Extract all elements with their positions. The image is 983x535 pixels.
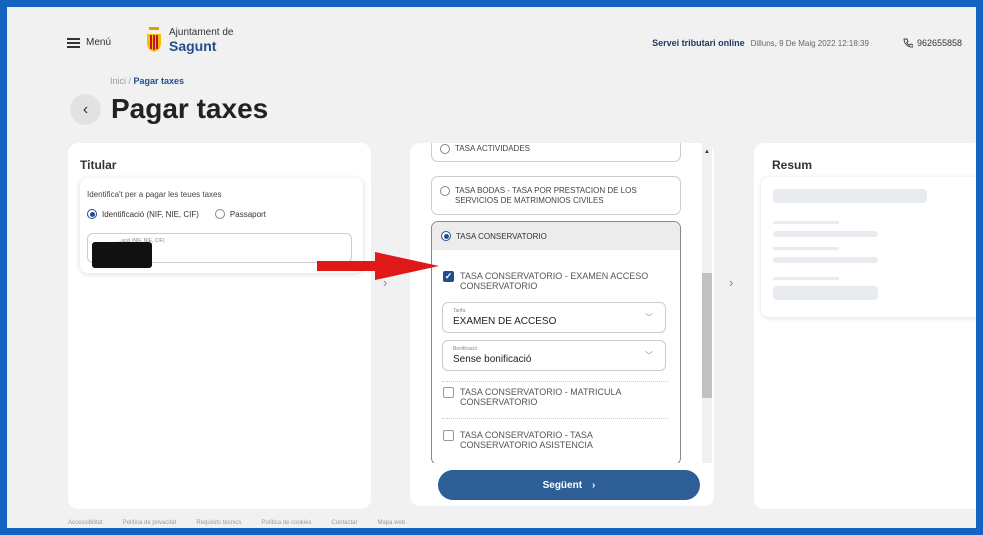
taxes-scroll-area[interactable]: TASA ACTIVIDADES TASA BODAS - TASA POR P…: [410, 143, 714, 463]
browser-viewport: Menú Ajuntament de Sagunt Servei tributa…: [7, 7, 976, 528]
bonificacio-select[interactable]: Bonificació Sense bonificació ﹀: [442, 340, 666, 371]
subtax-label: TASA CONSERVATORIO - TASA CONSERVATORIO …: [460, 430, 593, 450]
logo-line2: Sagunt: [169, 38, 217, 54]
checkbox-asistencia[interactable]: [443, 430, 454, 441]
subtax-label: TASA CONSERVATORIO - MATRICULA CONSERVAT…: [460, 387, 622, 407]
identification-intro: Identifica't per a pagar les teues taxes: [87, 190, 222, 199]
radio-passport-label: Passaport: [229, 209, 266, 219]
tax-option-label: TASA ACTIVIDADES: [455, 144, 530, 153]
site-logo[interactable]: Ajuntament de Sagunt: [144, 27, 234, 54]
breadcrumb: Inici / Pagar taxes: [110, 76, 184, 86]
back-button[interactable]: ‹: [70, 94, 101, 125]
bonificacio-label: Bonificació: [453, 346, 478, 352]
redacted-value: [92, 242, 152, 268]
tax-option-label: TASA BODAS - TASA POR PRESTACION DE LOS …: [455, 186, 637, 205]
scrollbar[interactable]: ▲: [702, 143, 712, 463]
chevron-left-icon: ‹: [82, 100, 89, 118]
tax-option-actividades[interactable]: TASA ACTIVIDADES: [431, 143, 681, 162]
footer-link-requirements[interactable]: Requisits tècnics: [196, 520, 241, 526]
tarifa-select[interactable]: Tarifa EXAMEN DE ACCESO ﹀: [442, 302, 666, 333]
scrollbar-thumb[interactable]: [702, 273, 712, 398]
skeleton-line: [773, 221, 839, 224]
identification-input[interactable]: ...ació (NIF, NIE, CIF): [87, 233, 352, 268]
next-button-label: Següent: [542, 479, 583, 491]
skeleton-line: [773, 277, 839, 280]
logo-line1: Ajuntament de: [169, 27, 234, 38]
tarifa-label: Tarifa: [453, 308, 466, 314]
divider: [442, 418, 668, 419]
footer-link-sitemap[interactable]: Mapa web: [377, 520, 405, 526]
footer-links: Accessibilitat Política de privacitat Re…: [68, 520, 405, 526]
current-datetime: Dilluns, 9 De Maig 2022 12:18:39: [750, 38, 869, 48]
chevron-down-icon: ﹀: [645, 313, 653, 322]
titular-panel: Titular Identifica't per a pagar les teu…: [68, 143, 371, 509]
radio-passport[interactable]: [214, 209, 225, 219]
tax-option-label: TASA CONSERVATORIO: [456, 231, 547, 241]
site-header: Menú Ajuntament de Sagunt Servei tributa…: [7, 7, 976, 67]
page-title: Pagar taxes: [111, 93, 269, 124]
footer-link-privacy[interactable]: Política de privacitat: [123, 520, 177, 526]
phone-icon: [903, 38, 913, 48]
coat-of-arms-icon: [144, 27, 164, 53]
checkbox-matricula[interactable]: [443, 387, 454, 398]
checkbox-examen-acceso[interactable]: [443, 271, 454, 282]
breadcrumb-separator: /: [126, 76, 134, 86]
radio-tax-bodas[interactable]: [440, 186, 450, 196]
breadcrumb-home[interactable]: Inici: [110, 76, 126, 86]
subtax-asistencia[interactable]: TASA CONSERVATORIO - TASA CONSERVATORIO …: [443, 430, 668, 450]
bonificacio-value: Sense bonificació: [453, 354, 532, 365]
divider: [442, 381, 668, 382]
subtax-label: TASA CONSERVATORIO - EXAMEN ACCESO CONSE…: [460, 271, 649, 291]
tax-option-bodas[interactable]: TASA BODAS - TASA POR PRESTACION DE LOS …: [431, 176, 681, 215]
breadcrumb-current: Pagar taxes: [133, 76, 185, 86]
chevron-right-icon: ›: [592, 479, 596, 491]
radio-identification-label: Identificació (NIF, NIE, CIF): [102, 209, 199, 219]
tax-option-conservatorio[interactable]: TASA CONSERVATORIO TASA CONSERVATORIO - …: [431, 221, 681, 463]
footer-link-cookies[interactable]: Política de cookies: [261, 520, 311, 526]
resum-panel: Resum: [754, 143, 976, 509]
taxes-panel: TASA ACTIVIDADES TASA BODAS - TASA POR P…: [410, 143, 714, 506]
titular-title: Titular: [80, 158, 117, 172]
radio-tax-actividades[interactable]: [440, 144, 450, 154]
menu-button[interactable]: Menú: [67, 37, 111, 48]
hamburger-icon: [67, 38, 80, 48]
red-arrow-annotation: [317, 252, 439, 280]
phone-link[interactable]: 962655858: [903, 38, 962, 48]
subtax-examen-acceso[interactable]: TASA CONSERVATORIO - EXAMEN ACCESO CONSE…: [443, 271, 668, 291]
scroll-up-arrow-icon[interactable]: ▲: [702, 149, 712, 155]
phone-number: 962655858: [916, 38, 962, 48]
skeleton-line: [773, 257, 878, 263]
skeleton-line: [773, 231, 878, 237]
resum-title: Resum: [772, 158, 813, 172]
next-button[interactable]: Següent ›: [438, 470, 700, 500]
skeleton-line: [773, 189, 927, 203]
radio-identification[interactable]: [87, 209, 97, 219]
menu-label: Menú: [86, 37, 112, 48]
footer-link-contact[interactable]: Contactar: [331, 520, 357, 526]
online-service-label: Servei tributari online: [652, 38, 745, 48]
skeleton-line: [773, 286, 878, 300]
chevron-right-icon: ›: [729, 275, 734, 290]
subtax-matricula[interactable]: TASA CONSERVATORIO - MATRICULA CONSERVAT…: [443, 387, 668, 407]
footer-link-accessibility[interactable]: Accessibilitat: [68, 520, 103, 526]
resum-card: [761, 177, 976, 317]
tarifa-value: EXAMEN DE ACCESO: [453, 316, 557, 327]
chevron-down-icon: ﹀: [645, 351, 653, 360]
radio-tax-conservatorio[interactable]: [441, 231, 451, 241]
skeleton-line: [773, 247, 839, 250]
